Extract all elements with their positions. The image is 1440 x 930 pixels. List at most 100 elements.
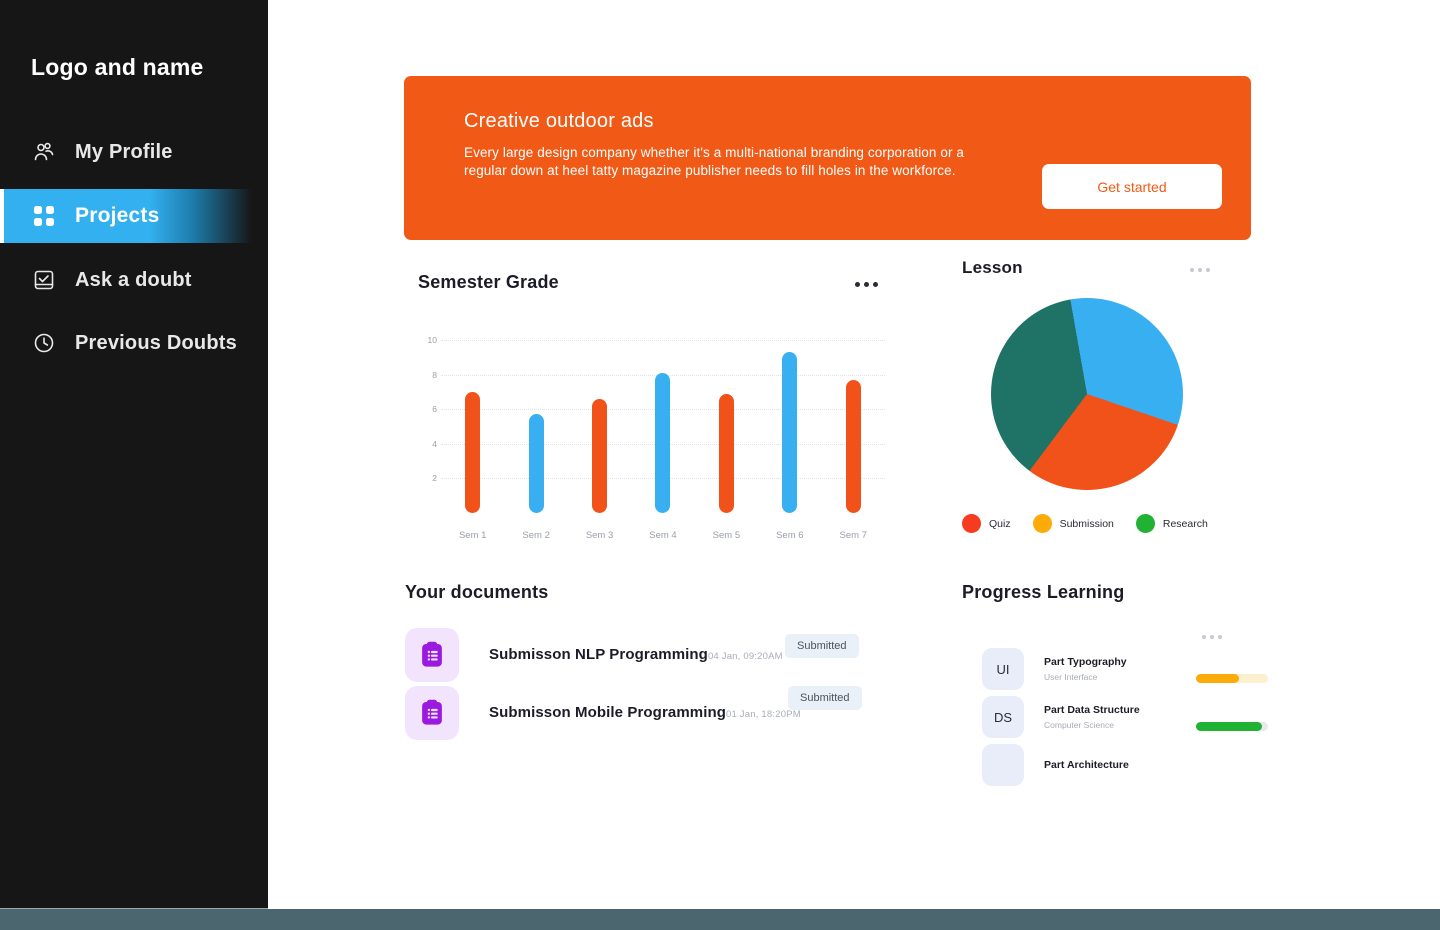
- bar-slot: [634, 340, 692, 513]
- bar[interactable]: [718, 393, 734, 513]
- bar-chart-x-axis: Sem 1 Sem 2 Sem 3 Sem 4 Sem 5 Sem 6 Sem 7: [441, 530, 885, 541]
- document-name: Submisson NLP Programming: [489, 646, 708, 663]
- progress-bar-fill: [1196, 674, 1240, 683]
- your-documents-title: Your documents: [405, 582, 549, 602]
- sidebar-item-previous-doubts[interactable]: Previous Doubts: [0, 317, 268, 369]
- semester-grade-card: Semester Grade 10 8 6 4 2 Sem 1 Sem 2 Sem 3 Sem…: [405, 260, 895, 550]
- sidebar-item-label: Previous Doubts: [75, 331, 237, 354]
- lesson-title: Lesson: [962, 258, 1023, 277]
- legend-label: Submission: [1059, 517, 1114, 530]
- progress-name: Part Architecture: [1044, 759, 1129, 771]
- status-badge: Submitted: [788, 686, 862, 710]
- document-meta: Submisson NLP Programming04 Jan, 09:20AM: [489, 646, 783, 664]
- x-axis-label: Sem 7: [839, 530, 867, 541]
- bar-slot: [571, 340, 629, 513]
- progress-avatar: UI: [982, 648, 1024, 690]
- sidebar-item-label: My Profile: [75, 140, 173, 163]
- y-axis-tick: 2: [432, 473, 437, 484]
- clipboard-list-icon: [405, 628, 459, 682]
- bar[interactable]: [465, 391, 481, 513]
- legend-label: Quiz: [989, 517, 1011, 530]
- progress-subtitle: Computer Science: [1044, 720, 1114, 730]
- y-axis-tick: 10: [427, 335, 437, 345]
- progress-meta: Part Data Structure Computer Science: [1044, 704, 1154, 730]
- y-axis-tick: 8: [432, 369, 437, 380]
- main-content: Creative outdoor ads Every large design …: [268, 0, 1440, 909]
- bar-slot: [761, 340, 819, 513]
- sidebar-item-label: Ask a doubt: [75, 268, 192, 291]
- semester-grade-title: Semester Grade: [418, 272, 559, 292]
- bar[interactable]: [845, 379, 861, 513]
- bar-slot: [444, 340, 502, 513]
- progress-subtitle: User Interface: [1044, 672, 1098, 682]
- bar-chart-bars: [441, 340, 885, 513]
- checkbox-square-icon: [31, 267, 57, 293]
- x-axis-label: Sem 6: [776, 530, 804, 541]
- progress-name: Part Data Structure: [1044, 704, 1140, 716]
- x-axis-label: Sem 5: [712, 530, 741, 541]
- progress-bar-fill: [1196, 722, 1263, 731]
- progress-meta: Part Architecture: [1044, 759, 1154, 771]
- bar[interactable]: [528, 414, 544, 513]
- sidebar-item-ask-a-doubt[interactable]: Ask a doubt: [0, 254, 268, 306]
- legend-swatch: [1032, 514, 1052, 533]
- progress-avatar: DS: [982, 696, 1024, 738]
- progress-name: Part Typography: [1044, 656, 1127, 668]
- sidebar-nav: My Profile Projects Ask a doubt Previous…: [0, 126, 268, 369]
- ellipsis-icon[interactable]: [855, 282, 878, 287]
- progress-row[interactable]: UI Part Typography User Interface: [982, 648, 1268, 690]
- bar-chart-plot: 10 8 6 4 2 Sem 1 Sem 2 Sem 3 Sem 4 Sem 5 Sem 6 Sem…: [415, 335, 885, 545]
- brand-logo-name: Logo and name: [31, 54, 204, 80]
- legend-item[interactable]: Quiz: [962, 514, 1011, 533]
- x-axis-label: Sem 3: [585, 530, 614, 541]
- bar[interactable]: [782, 352, 798, 513]
- ellipsis-icon[interactable]: [1190, 268, 1210, 272]
- status-badge: Submitted: [785, 634, 859, 658]
- sidebar-item-label: Projects: [75, 204, 160, 227]
- document-timestamp: 01 Jan, 18:20PM: [726, 709, 801, 720]
- clock-icon: [31, 330, 57, 356]
- documents-list: Submisson NLP Programming04 Jan, 09:20AM…: [405, 626, 905, 742]
- progress-bar-track: [1196, 674, 1268, 683]
- bar[interactable]: [592, 398, 608, 513]
- document-meta: Submisson Mobile Programming01 Jan, 18:2…: [489, 704, 801, 722]
- legend-item[interactable]: Submission: [1032, 514, 1114, 533]
- legend-swatch: [1135, 514, 1155, 533]
- progress-learning-title: Progress Learning: [962, 582, 1125, 602]
- bar[interactable]: [655, 372, 671, 513]
- lesson-pie-chart: [991, 298, 1183, 490]
- bar-slot: [507, 340, 565, 513]
- sidebar: Logo and name My Profile Projects Ask a …: [0, 0, 268, 908]
- users-icon: [31, 139, 57, 165]
- app-screen: Logo and name My Profile Projects Ask a …: [0, 0, 1440, 930]
- banner-title: Creative outdoor ads: [464, 110, 654, 132]
- legend-label: Research: [1162, 517, 1208, 530]
- x-axis-label: Sem 2: [522, 530, 550, 541]
- progress-learning-list: UI Part Typography User Interface DS Part Da…: [982, 648, 1268, 786]
- bar-slot: [824, 340, 882, 513]
- progress-row[interactable]: Part Architecture: [982, 744, 1262, 786]
- clipboard-list-icon: [405, 686, 459, 740]
- sidebar-item-my-profile[interactable]: My Profile: [0, 126, 268, 178]
- document-name: Submisson Mobile Programming: [489, 704, 726, 721]
- progress-avatar: [982, 744, 1024, 786]
- ellipsis-icon[interactable]: [1202, 635, 1222, 639]
- x-axis-label: Sem 4: [649, 530, 677, 541]
- lesson-card: Lesson Quiz Submission Research: [962, 248, 1262, 548]
- progress-bar-track: [1196, 722, 1268, 731]
- y-axis-tick: 4: [432, 438, 437, 449]
- document-timestamp: 04 Jan, 09:20AM: [707, 651, 783, 662]
- banner-description: Every large design company whether it's …: [464, 145, 965, 179]
- promo-banner: Creative outdoor ads Every large design …: [404, 76, 1251, 240]
- progress-meta: Part Typography User Interface: [1044, 656, 1154, 682]
- get-started-button[interactable]: Get started: [1042, 164, 1222, 209]
- x-axis-label: Sem 1: [458, 530, 487, 541]
- y-axis-tick: 6: [432, 404, 437, 415]
- progress-row[interactable]: DS Part Data Structure Computer Science: [982, 696, 1268, 738]
- legend-item[interactable]: Research: [1135, 514, 1208, 533]
- sidebar-item-projects[interactable]: Projects: [0, 189, 268, 243]
- legend-swatch: [962, 514, 981, 533]
- lesson-pie-legend: Quiz Submission Research: [962, 514, 1208, 533]
- bar-slot: [697, 340, 755, 513]
- grid-apps-icon: [31, 203, 57, 229]
